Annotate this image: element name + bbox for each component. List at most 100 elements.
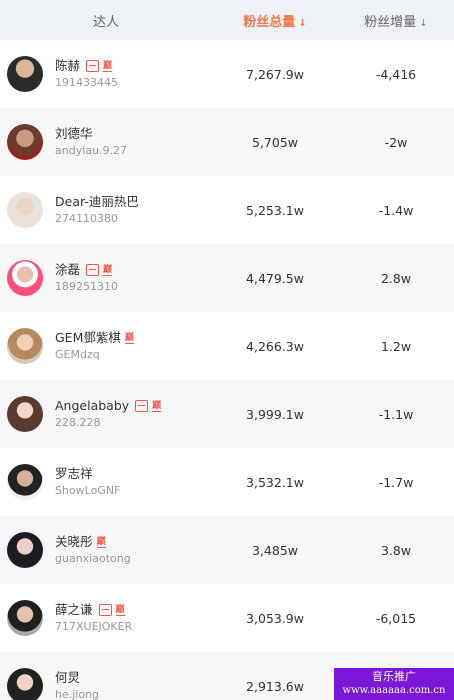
- sort-down-icon[interactable]: ↓: [419, 18, 427, 29]
- user-cell[interactable]: 刘德华 andylau.9.27: [0, 124, 212, 160]
- avatar[interactable]: [7, 396, 43, 432]
- user-name[interactable]: 薛之谦: [55, 602, 93, 618]
- user-cell[interactable]: 罗志祥 ShowLoGNF: [0, 464, 212, 500]
- user-name[interactable]: Angelababy: [55, 398, 129, 414]
- header-user-label: 达人: [92, 14, 119, 30]
- user-name[interactable]: GEM鄧紫棋: [55, 330, 121, 346]
- user-id: GEMdzq: [55, 347, 100, 361]
- follower-total: 3,485w: [251, 542, 298, 558]
- avatar[interactable]: [7, 192, 43, 228]
- user-info: 关晓彤巅 guanxiaotong: [55, 534, 131, 565]
- user-id: andylau.9.27: [55, 143, 127, 157]
- header-user: 达人: [0, 11, 212, 30]
- avatar[interactable]: [7, 124, 43, 160]
- header-growth-label[interactable]: 粉丝增量: [364, 15, 416, 30]
- user-id: ShowLoGNF: [55, 483, 121, 497]
- table-row[interactable]: Dear-迪丽热巴 274110380 5,253.1w -1.4w: [0, 176, 454, 244]
- user-id: 189251310: [55, 279, 118, 293]
- table-row[interactable]: 罗志祥 ShowLoGNF 3,532.1w -1.7w: [0, 448, 454, 516]
- name-line: Angelababy 巅: [55, 398, 162, 414]
- weibo-badge-icon: [135, 400, 149, 413]
- follower-total: 3,532.1w: [246, 474, 304, 490]
- watermark-title: 音乐推广: [372, 670, 416, 683]
- avatar[interactable]: [7, 260, 43, 296]
- user-id: 717XUEJOKER: [55, 619, 133, 633]
- weibo-badge-icon: [98, 604, 112, 617]
- follower-growth: -1.7w: [378, 474, 414, 490]
- user-cell[interactable]: Dear-迪丽热巴 274110380: [0, 192, 212, 228]
- user-cell[interactable]: 关晓彤巅 guanxiaotong: [0, 532, 212, 568]
- table-row[interactable]: 涂磊 巅 189251310 4,479.5w 2.8w: [0, 244, 454, 312]
- follower-growth: 1.2w: [380, 338, 412, 354]
- name-line: Dear-迪丽热巴: [55, 194, 139, 210]
- follower-growth: -1.1w: [378, 406, 414, 422]
- avatar[interactable]: [7, 600, 43, 636]
- user-cell[interactable]: 陈赫 巅 191433445: [0, 56, 212, 92]
- name-line: 何炅: [55, 670, 99, 686]
- follower-growth: -4,416: [375, 66, 417, 82]
- user-name[interactable]: 何炅: [55, 670, 80, 686]
- watermark-url: www.aaaaaa.com.cn: [342, 685, 446, 696]
- user-id: 191433445: [55, 75, 118, 89]
- weibo-badge-icon: [86, 264, 100, 277]
- top-badge: 巅: [124, 332, 134, 344]
- table-row[interactable]: 刘德华 andylau.9.27 5,705w -2w: [0, 108, 454, 176]
- sort-down-icon[interactable]: ↓: [298, 18, 306, 29]
- avatar[interactable]: [7, 668, 43, 700]
- table-row[interactable]: Angelababy 巅 228.228 3,999.1w -1.1w: [0, 380, 454, 448]
- header-total-label[interactable]: 粉丝总量: [243, 15, 295, 30]
- user-info: 罗志祥 ShowLoGNF: [55, 466, 120, 497]
- table-row[interactable]: GEM鄧紫棋巅 GEMdzq 4,266.3w 1.2w: [0, 312, 454, 380]
- follower-total: 2,913.6w: [246, 678, 304, 694]
- follower-growth: 2.8w: [380, 270, 412, 286]
- name-line: 关晓彤巅: [55, 534, 131, 550]
- avatar[interactable]: [7, 56, 43, 92]
- avatar[interactable]: [7, 532, 43, 568]
- user-cell[interactable]: 涂磊 巅 189251310: [0, 260, 212, 296]
- top-badge: 巅: [115, 604, 125, 616]
- user-info: 刘德华 andylau.9.27: [55, 126, 127, 157]
- follower-growth: -6,015: [375, 610, 417, 626]
- user-cell[interactable]: Angelababy 巅 228.228: [0, 396, 212, 432]
- user-info: 何炅 he.jiong: [55, 670, 99, 700]
- user-info: Dear-迪丽热巴 274110380: [55, 194, 139, 225]
- table-row[interactable]: 薛之谦 巅 717XUEJOKER 3,053.9w -6,015: [0, 584, 454, 652]
- user-name[interactable]: 陈赫: [55, 58, 80, 74]
- follower-total: 4,479.5w: [246, 270, 304, 286]
- follower-total: 3,053.9w: [246, 610, 304, 626]
- follower-total: 7,267.9w: [246, 66, 304, 82]
- user-name[interactable]: Dear-迪丽热巴: [55, 194, 139, 210]
- table-header: 达人 粉丝总量 ↓ 粉丝增量 ↓: [0, 0, 454, 40]
- user-cell[interactable]: 何炅 he.jiong: [0, 668, 212, 700]
- user-cell[interactable]: GEM鄧紫棋巅 GEMdzq: [0, 328, 212, 364]
- top-badge: 巅: [96, 536, 106, 548]
- watermark-banner: 音乐推广 www.aaaaaa.com.cn: [334, 668, 454, 700]
- name-line: 薛之谦 巅: [55, 602, 132, 618]
- user-info: 陈赫 巅 191433445: [55, 58, 118, 89]
- follower-growth: -2w: [384, 134, 408, 150]
- user-name[interactable]: 刘德华: [55, 126, 93, 142]
- avatar[interactable]: [7, 464, 43, 500]
- user-info: 涂磊 巅 189251310: [55, 262, 118, 293]
- top-badge: 巅: [152, 400, 162, 412]
- user-info: 薛之谦 巅 717XUEJOKER: [55, 602, 132, 633]
- table-row[interactable]: 陈赫 巅 191433445 7,267.9w -4,416: [0, 40, 454, 108]
- user-name[interactable]: 罗志祥: [55, 466, 93, 482]
- user-name[interactable]: 涂磊: [55, 262, 80, 278]
- table-row[interactable]: 关晓彤巅 guanxiaotong 3,485w 3.8w: [0, 516, 454, 584]
- user-id: 228.228: [55, 415, 101, 429]
- follower-growth: -1.4w: [378, 202, 414, 218]
- header-growth-sort[interactable]: 粉丝增量 ↓: [338, 11, 454, 30]
- name-line: 刘德华: [55, 126, 127, 142]
- user-info: Angelababy 巅 228.228: [55, 398, 162, 429]
- header-total-sort[interactable]: 粉丝总量 ↓: [212, 11, 338, 30]
- avatar[interactable]: [7, 328, 43, 364]
- name-line: GEM鄧紫棋巅: [55, 330, 134, 346]
- name-line: 陈赫 巅: [55, 58, 118, 74]
- name-line: 罗志祥: [55, 466, 120, 482]
- user-cell[interactable]: 薛之谦 巅 717XUEJOKER: [0, 600, 212, 636]
- user-name[interactable]: 关晓彤: [55, 534, 93, 550]
- follower-total: 5,253.1w: [246, 202, 304, 218]
- top-badge: 巅: [103, 264, 113, 276]
- user-info: GEM鄧紫棋巅 GEMdzq: [55, 330, 134, 361]
